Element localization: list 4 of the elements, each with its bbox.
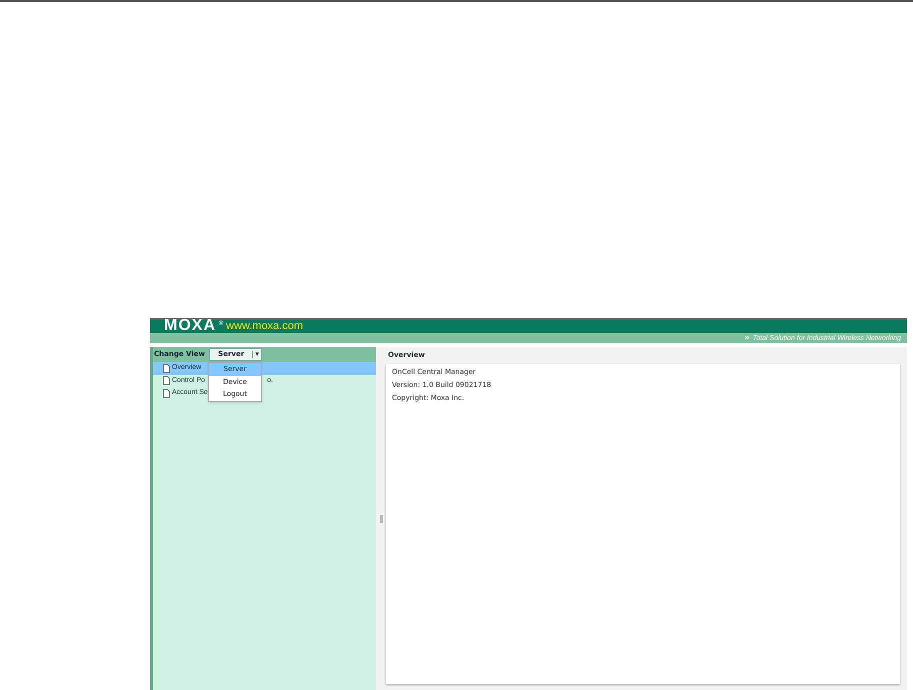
- website-link[interactable]: www.moxa.com: [226, 320, 304, 333]
- logo: MOXA: [164, 318, 216, 333]
- splitter-handle[interactable]: [380, 514, 382, 522]
- tagline-icon: »: [744, 334, 750, 342]
